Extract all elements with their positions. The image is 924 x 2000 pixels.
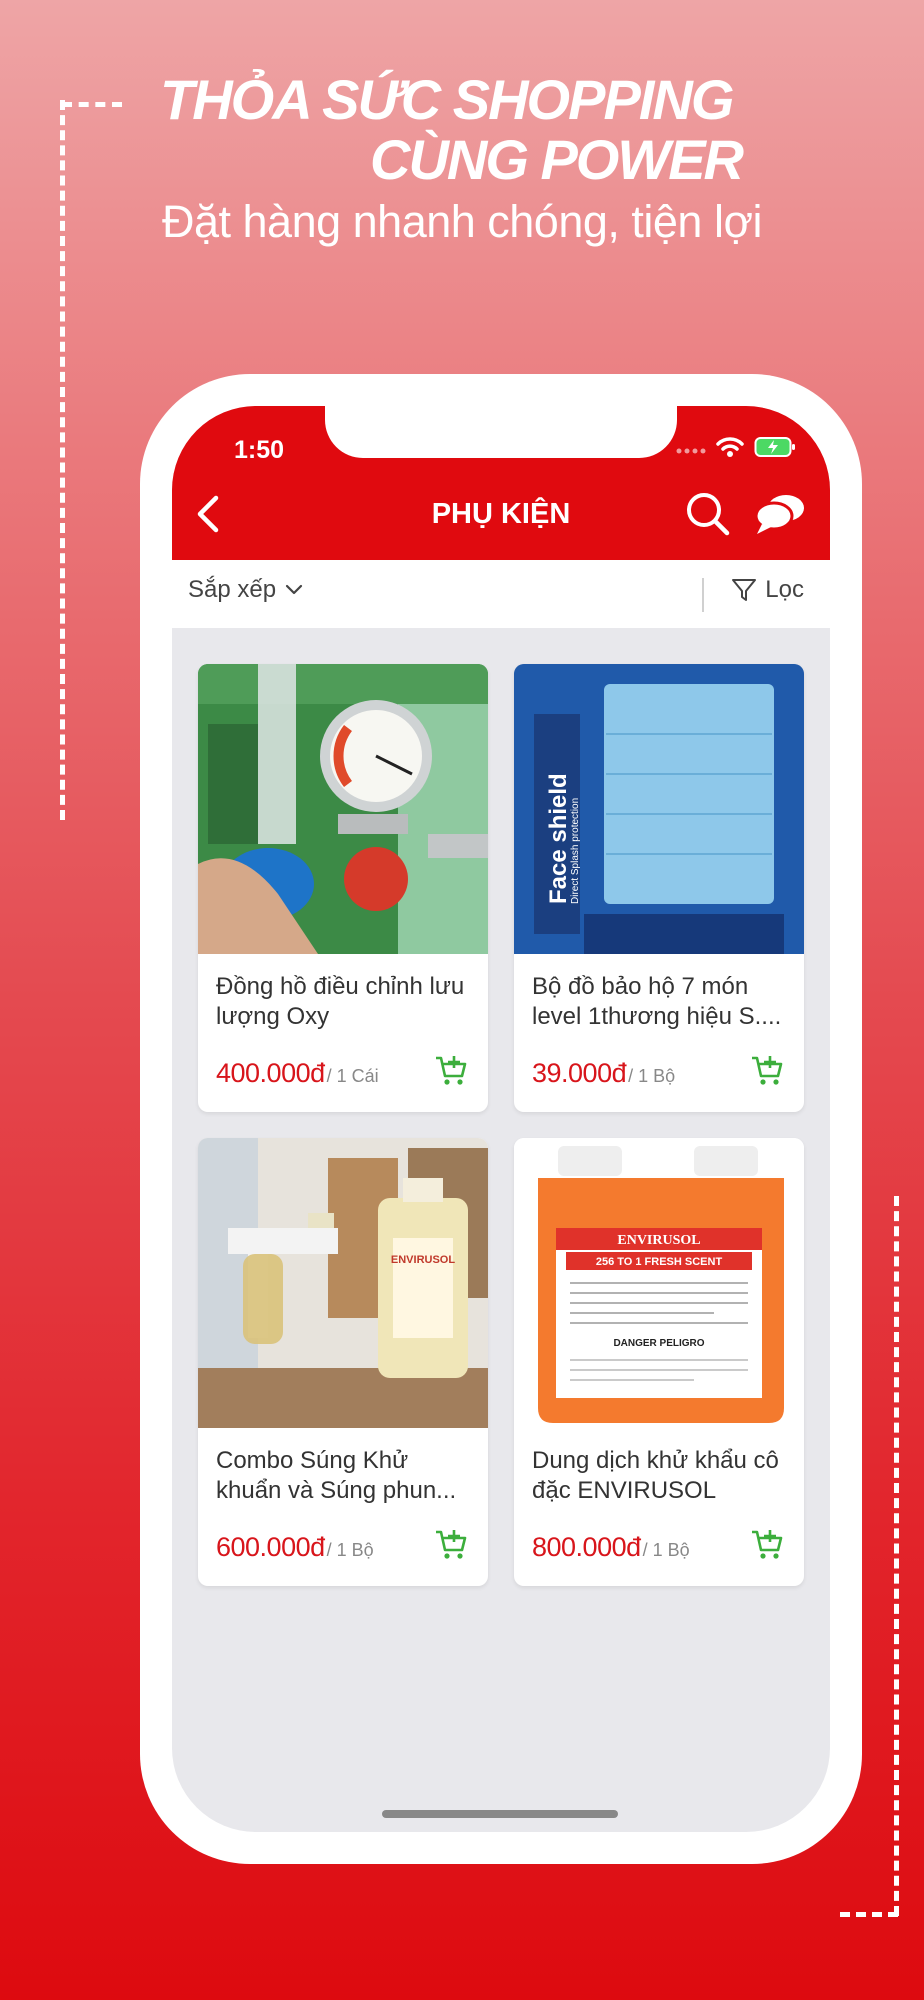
signal-icon bbox=[676, 441, 706, 459]
product-name: Đồng hồ điều chỉnh lưu lượng Oxy bbox=[216, 973, 465, 1030]
product-name: Bộ đồ bảo hộ 7 món level 1thương hiệu S.… bbox=[532, 973, 782, 1030]
phone-screen: 1:50 PHỤ KIỆN Sắp xếp Lọc Đồng hồ điều c… bbox=[172, 406, 830, 1832]
product-price: 800.000đ bbox=[532, 1532, 641, 1562]
product-unit: / 1 Bộ bbox=[326, 1540, 374, 1560]
add-to-cart-button[interactable] bbox=[434, 1054, 468, 1088]
promo-headline: THỎA SỨC SHOPPING CÙNG POWER bbox=[160, 68, 744, 191]
filter-label: Lọc bbox=[765, 576, 804, 603]
add-to-cart-button[interactable] bbox=[750, 1528, 784, 1562]
product-card[interactable]: Đồng hồ điều chỉnh lưu lượng Oxy 400.000… bbox=[198, 664, 488, 1112]
product-price: 39.000đ bbox=[532, 1058, 627, 1088]
promo-headline-line1: THỎA SỨC SHOPPING bbox=[160, 68, 734, 131]
wifi-icon bbox=[716, 436, 744, 463]
chat-button[interactable] bbox=[752, 490, 808, 538]
image-label-danger: DANGER PELIGRO bbox=[613, 1338, 704, 1349]
product-unit: / 1 Bộ bbox=[642, 1540, 690, 1560]
product-price: 400.000đ bbox=[216, 1058, 325, 1088]
decor-dash-bottom bbox=[840, 1912, 898, 1917]
product-image-protective-kit: Face shield Direct Splash protection bbox=[514, 664, 804, 954]
search-button[interactable] bbox=[684, 490, 732, 538]
promo-headline-line2: CÙNG POWER bbox=[370, 128, 744, 191]
battery-icon bbox=[754, 436, 796, 463]
product-grid: Đồng hồ điều chỉnh lưu lượng Oxy 400.000… bbox=[198, 664, 804, 1586]
image-label-splash: Direct Splash protection bbox=[570, 798, 581, 904]
phone-notch bbox=[325, 406, 677, 458]
promo-subline: Đặt hàng nhanh chóng, tiện lợi bbox=[162, 196, 762, 247]
product-unit: / 1 Bộ bbox=[628, 1066, 676, 1086]
chat-icon bbox=[754, 495, 804, 534]
sort-label: Sắp xếp bbox=[188, 576, 277, 603]
filter-button[interactable]: Lọc bbox=[731, 576, 804, 604]
add-to-cart-button[interactable] bbox=[750, 1054, 784, 1088]
product-name: Dung dịch khử khẩu cô đặc ENVIRUSOL bbox=[532, 1447, 779, 1504]
decor-dash-right bbox=[894, 1196, 899, 1916]
decor-dash-left bbox=[60, 100, 65, 820]
decor-dash-top bbox=[62, 102, 122, 107]
image-label-envirusol: ENVIRUSOL bbox=[617, 1233, 700, 1248]
image-label-envirusol: ENVIRUSOL bbox=[391, 1254, 455, 1266]
status-icons bbox=[676, 436, 796, 463]
product-image-envirusol-concentrate: ENVIRUSOL 256 TO 1 FRESH SCENT DANGER PE… bbox=[514, 1138, 804, 1428]
add-to-cart-icon bbox=[436, 1056, 467, 1085]
product-name: Combo Súng Khử khuẩn và Súng phun... bbox=[216, 1447, 457, 1504]
add-to-cart-icon bbox=[752, 1530, 783, 1559]
product-card[interactable]: ENVIRUSOL 256 TO 1 FRESH SCENT DANGER PE… bbox=[514, 1138, 804, 1586]
sort-button[interactable]: Sắp xếp bbox=[188, 576, 304, 604]
product-price-row: 400.000đ / 1 Cái bbox=[216, 1058, 379, 1089]
toolbar-divider bbox=[702, 578, 704, 612]
add-to-cart-icon bbox=[436, 1530, 467, 1559]
product-price-row: 39.000đ / 1 Bộ bbox=[532, 1058, 675, 1089]
navbar: PHỤ KIỆN bbox=[172, 468, 830, 560]
product-unit: / 1 Cái bbox=[326, 1066, 379, 1086]
product-price-row: 800.000đ / 1 Bộ bbox=[532, 1532, 690, 1563]
chevron-down-icon bbox=[285, 584, 303, 595]
sort-filter-bar: Sắp xếp Lọc bbox=[172, 560, 830, 628]
image-label-fresh-scent: 256 TO 1 FRESH SCENT bbox=[596, 1256, 723, 1268]
product-card[interactable]: Face shield Direct Splash protection Bộ … bbox=[514, 664, 804, 1112]
product-image-sanitizer-gun-combo: ENVIRUSOL bbox=[198, 1138, 488, 1428]
search-icon bbox=[687, 493, 730, 536]
phone-frame: 1:50 PHỤ KIỆN Sắp xếp Lọc Đồng hồ điều c… bbox=[140, 374, 862, 1864]
filter-icon bbox=[732, 579, 757, 601]
product-price: 600.000đ bbox=[216, 1532, 325, 1562]
product-image-oxygen-regulator bbox=[198, 664, 488, 954]
product-price-row: 600.000đ / 1 Bộ bbox=[216, 1532, 374, 1563]
status-time: 1:50 bbox=[234, 436, 285, 464]
home-indicator[interactable] bbox=[382, 1810, 618, 1818]
product-card[interactable]: ENVIRUSOL Combo Súng Khử khuẩn và Súng p… bbox=[198, 1138, 488, 1586]
add-to-cart-icon bbox=[752, 1056, 783, 1085]
add-to-cart-button[interactable] bbox=[434, 1528, 468, 1562]
image-label-face-shield: Face shield bbox=[545, 773, 572, 904]
